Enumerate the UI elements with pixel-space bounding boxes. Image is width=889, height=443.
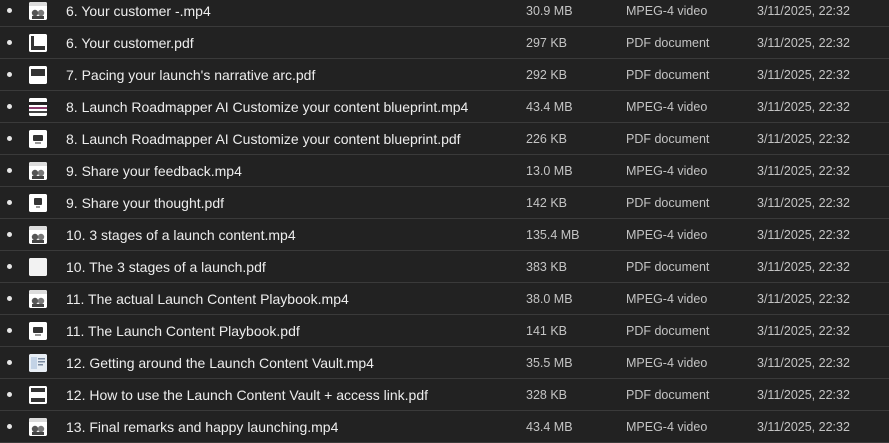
file-name[interactable]: 13. Final remarks and happy launching.mp… [66, 419, 338, 435]
file-type: MPEG-4 video [626, 291, 708, 306]
video-thumbnail-icon [29, 353, 47, 372]
file-date: 3/11/2025, 22:32 [757, 323, 850, 338]
pdf-thumbnail-icon [29, 65, 47, 84]
file-date: 3/11/2025, 22:32 [757, 3, 850, 18]
file-date: 3/11/2025, 22:32 [757, 355, 850, 370]
file-date: 3/11/2025, 22:32 [757, 259, 850, 274]
file-name[interactable]: 11. The Launch Content Playbook.pdf [66, 323, 300, 339]
file-size: 135.4 MB [526, 227, 580, 242]
file-date: 3/11/2025, 22:32 [757, 195, 850, 210]
file-type: PDF document [626, 131, 710, 146]
file-type: MPEG-4 video [626, 3, 708, 18]
file-type: PDF document [626, 67, 710, 82]
file-row[interactable]: 10. The 3 stages of a launch.pdf 383 KB … [0, 251, 889, 283]
file-size: 38.0 MB [526, 291, 573, 306]
file-type: PDF document [626, 387, 710, 402]
file-size: 141 KB [526, 323, 568, 338]
file-size: 383 KB [526, 259, 568, 274]
file-row[interactable]: 11. The Launch Content Playbook.pdf 141 … [0, 315, 889, 347]
file-name[interactable]: 6. Your customer -.mp4 [66, 3, 211, 19]
file-row[interactable]: 7. Pacing your launch's narrative arc.pd… [0, 59, 889, 91]
file-type: MPEG-4 video [626, 227, 708, 242]
file-name[interactable]: 12. How to use the Launch Content Vault … [66, 387, 428, 403]
file-size: 13.0 MB [526, 163, 573, 178]
file-type: MPEG-4 video [626, 99, 708, 114]
file-size: 292 KB [526, 67, 568, 82]
pdf-thumbnail-icon [29, 257, 47, 276]
bullet-icon [7, 104, 12, 109]
video-thumbnail-icon [29, 97, 47, 116]
file-row[interactable]: 6. Your customer -.mp4 30.9 MB MPEG-4 vi… [0, 0, 889, 27]
file-row[interactable]: 8. Launch Roadmapper AI Customize your c… [0, 91, 889, 123]
video-thumbnail-icon [29, 161, 47, 180]
file-type: MPEG-4 video [626, 163, 708, 178]
file-type: MPEG-4 video [626, 355, 708, 370]
video-thumbnail-icon [29, 417, 47, 436]
pdf-thumbnail-icon [29, 129, 47, 148]
file-row[interactable]: 9. Share your feedback.mp4 13.0 MB MPEG-… [0, 155, 889, 187]
pdf-thumbnail-icon [29, 193, 47, 212]
file-name[interactable]: 7. Pacing your launch's narrative arc.pd… [66, 67, 315, 83]
file-date: 3/11/2025, 22:32 [757, 163, 850, 178]
pdf-thumbnail-icon [29, 385, 47, 404]
file-date: 3/11/2025, 22:32 [757, 291, 850, 306]
file-row[interactable]: 13. Final remarks and happy launching.mp… [0, 411, 889, 443]
bullet-icon [7, 40, 12, 45]
file-size: 328 KB [526, 387, 568, 402]
file-row[interactable]: 6. Your customer.pdf 297 KB PDF document… [0, 27, 889, 59]
bullet-icon [7, 424, 12, 429]
file-name[interactable]: 10. 3 stages of a launch content.mp4 [66, 227, 296, 243]
video-thumbnail-icon [29, 1, 47, 20]
file-date: 3/11/2025, 22:32 [757, 131, 850, 146]
bullet-icon [7, 8, 12, 13]
pdf-thumbnail-icon [29, 33, 47, 52]
bullet-icon [7, 136, 12, 141]
file-date: 3/11/2025, 22:32 [757, 419, 850, 434]
file-row[interactable]: 12. How to use the Launch Content Vault … [0, 379, 889, 411]
file-name[interactable]: 8. Launch Roadmapper AI Customize your c… [66, 99, 468, 115]
file-name[interactable]: 11. The actual Launch Content Playbook.m… [66, 291, 349, 307]
file-name[interactable]: 9. Share your thought.pdf [66, 195, 224, 211]
video-thumbnail-icon [29, 225, 47, 244]
file-type: MPEG-4 video [626, 419, 708, 434]
file-size: 226 KB [526, 131, 568, 146]
file-name[interactable]: 8. Launch Roadmapper AI Customize your c… [66, 131, 461, 147]
bullet-icon [7, 168, 12, 173]
file-date: 3/11/2025, 22:32 [757, 99, 850, 114]
video-thumbnail-icon [29, 289, 47, 308]
pdf-thumbnail-icon [29, 321, 47, 340]
file-type: PDF document [626, 195, 710, 210]
bullet-icon [7, 296, 12, 301]
bullet-icon [7, 264, 12, 269]
bullet-icon [7, 72, 12, 77]
file-type: PDF document [626, 323, 710, 338]
file-row[interactable]: 12. Getting around the Launch Content Va… [0, 347, 889, 379]
file-date: 3/11/2025, 22:32 [757, 387, 850, 402]
file-name[interactable]: 10. The 3 stages of a launch.pdf [66, 259, 266, 275]
file-size: 43.4 MB [526, 419, 573, 434]
file-type: PDF document [626, 35, 710, 50]
bullet-icon [7, 360, 12, 365]
bullet-icon [7, 328, 12, 333]
file-row[interactable]: 11. The actual Launch Content Playbook.m… [0, 283, 889, 315]
file-size: 35.5 MB [526, 355, 573, 370]
file-row[interactable]: 9. Share your thought.pdf 142 KB PDF doc… [0, 187, 889, 219]
file-name[interactable]: 6. Your customer.pdf [66, 35, 194, 51]
file-row[interactable]: 8. Launch Roadmapper AI Customize your c… [0, 123, 889, 155]
file-size: 30.9 MB [526, 3, 573, 18]
file-date: 3/11/2025, 22:32 [757, 227, 850, 242]
file-size: 297 KB [526, 35, 568, 50]
bullet-icon [7, 232, 12, 237]
file-type: PDF document [626, 259, 710, 274]
file-date: 3/11/2025, 22:32 [757, 67, 850, 82]
file-size: 43.4 MB [526, 99, 573, 114]
file-size: 142 KB [526, 195, 568, 210]
file-name[interactable]: 12. Getting around the Launch Content Va… [66, 355, 374, 371]
bullet-icon [7, 392, 12, 397]
file-list: 6. Your customer -.mp4 30.9 MB MPEG-4 vi… [0, 0, 889, 443]
bullet-icon [7, 200, 12, 205]
file-name[interactable]: 9. Share your feedback.mp4 [66, 163, 242, 179]
file-row[interactable]: 10. 3 stages of a launch content.mp4 135… [0, 219, 889, 251]
file-date: 3/11/2025, 22:32 [757, 35, 850, 50]
